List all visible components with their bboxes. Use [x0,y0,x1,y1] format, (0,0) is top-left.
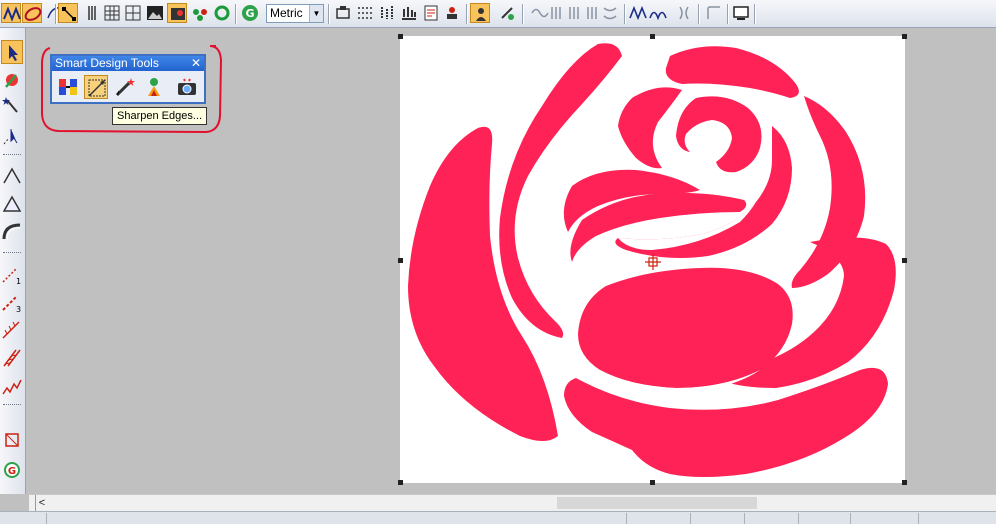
horizontal-scrollbar[interactable]: < [29,494,996,511]
figure-icon[interactable] [674,3,694,23]
document-icon[interactable] [421,3,441,23]
paint-tool[interactable] [142,75,166,99]
green-badge-icon[interactable]: G [1,458,23,482]
arc-icon[interactable] [1,220,23,244]
hoop-icon[interactable] [333,3,353,23]
closed-shape-icon[interactable] [1,192,23,216]
unit-select-value: Metric [270,6,303,20]
magic-pen-tool[interactable] [113,75,137,99]
scroll-left-button[interactable]: < [35,495,49,511]
grid-alt-icon[interactable] [123,3,143,23]
selection-handle[interactable] [398,34,403,39]
unit-select[interactable]: Metric ▼ [266,4,324,23]
close-icon[interactable]: ✕ [191,56,201,71]
point-node-icon[interactable] [58,3,78,23]
status-bar [0,511,996,524]
svg-text:G: G [245,7,254,20]
satin-fill-icon[interactable] [22,3,42,23]
smart-design-tools-palette: Smart Design Tools ✕ [50,54,206,104]
grid-icon[interactable] [102,3,122,23]
palette-title: Smart Design Tools [55,56,159,70]
select-portrait-icon[interactable] [470,3,490,23]
open-shape-icon[interactable] [1,164,23,188]
run-stitch-3-icon[interactable]: 3 [1,290,23,314]
selection-handle[interactable] [902,480,907,485]
selection-handle[interactable] [650,480,655,485]
bar-chart-icon[interactable] [399,3,419,23]
magic-wand-icon[interactable] [1,94,23,118]
frame-icon[interactable] [704,3,724,23]
people-icon[interactable] [190,3,210,23]
move-object-icon[interactable] [497,3,517,23]
svg-text:3: 3 [16,305,21,314]
applique-icon[interactable] [1,428,23,452]
scrollbar-thumb[interactable] [557,497,757,509]
sharpen-edges-tool[interactable] [84,75,108,99]
picture-edit-icon[interactable] [167,3,187,23]
selection-handle[interactable] [902,258,907,263]
design-canvas[interactable] [398,34,907,485]
display-icons[interactable] [731,3,751,23]
rose-image [408,43,896,477]
select-arrow-icon[interactable] [1,40,23,64]
left-toolbar: 1 3 G [0,28,26,494]
color-wand-icon[interactable] [1,68,23,92]
color-bars-tool[interactable] [56,75,80,99]
camera-tool[interactable] [175,75,199,99]
reshape-arrow-icon[interactable] [1,124,23,148]
image-icon[interactable] [145,3,165,23]
feather-stitch-icon[interactable] [1,318,23,342]
vertical-stitch-icon[interactable] [82,3,102,23]
svg-text:1: 1 [16,277,21,286]
ring-icon[interactable] [212,3,232,23]
stitch-pattern-icons[interactable] [530,3,620,23]
chevron-down-icon[interactable]: ▼ [309,5,323,22]
selection-handle[interactable] [902,34,907,39]
dotted-grid-icon[interactable] [355,3,375,23]
run-stitch-1-icon[interactable]: 1 [1,262,23,286]
svg-text:G: G [8,466,16,477]
green-logo-icon[interactable]: G [240,3,260,23]
tooltip: Sharpen Edges... [112,107,208,125]
palette-titlebar[interactable]: Smart Design Tools ✕ [52,56,204,71]
selection-handle[interactable] [398,258,403,263]
lettering-icons[interactable] [628,3,670,23]
selection-handle[interactable] [650,34,655,39]
stamp-icon[interactable] [442,3,462,23]
column-chart-icon[interactable] [377,3,397,23]
wave-fill-icon[interactable] [1,3,21,23]
satin-column-icon[interactable] [1,346,23,370]
zigzag-column-icon[interactable] [1,374,23,398]
main-toolbar: G Metric ▼ [0,0,996,28]
selection-handle[interactable] [398,480,403,485]
